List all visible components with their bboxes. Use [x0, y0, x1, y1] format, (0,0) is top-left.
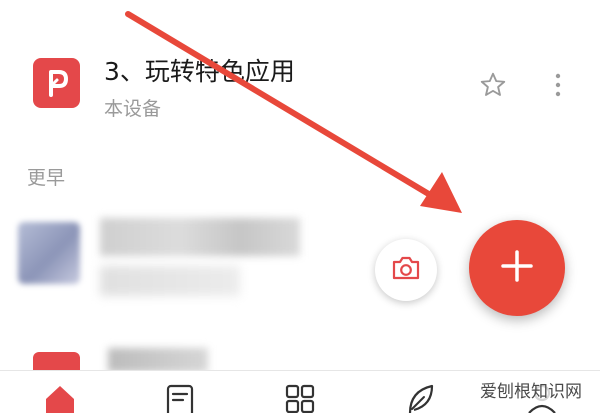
camera-icon [391, 255, 421, 285]
nav-apps[interactable] [282, 383, 318, 414]
section-label-earlier: 更早 [27, 167, 66, 189]
document-icon [162, 384, 198, 417]
camera-button[interactable] [375, 239, 437, 301]
blurred-file-title[interactable] [108, 348, 208, 372]
apps-grid-icon [282, 384, 318, 417]
nav-discover[interactable] [402, 383, 438, 414]
nav-home[interactable] [42, 383, 78, 413]
leaf-icon [402, 384, 438, 417]
file-title[interactable]: 3、玩转特色应用 [104, 52, 295, 88]
home-icon [42, 386, 78, 417]
watermark: 爱刨根知识网 [476, 377, 586, 402]
star-icon[interactable] [478, 70, 508, 100]
blurred-file-title[interactable] [100, 218, 300, 256]
plus-icon [499, 248, 535, 288]
ppt-file-icon [33, 58, 80, 108]
nav-documents[interactable] [162, 383, 198, 417]
new-document-fab[interactable] [469, 220, 565, 316]
blurred-file-meta [100, 266, 240, 296]
annotation-arrow [125, 11, 462, 213]
file-location: 本设备 [104, 98, 162, 120]
blurred-file-icon [18, 222, 80, 284]
more-options-icon[interactable] [548, 70, 568, 100]
